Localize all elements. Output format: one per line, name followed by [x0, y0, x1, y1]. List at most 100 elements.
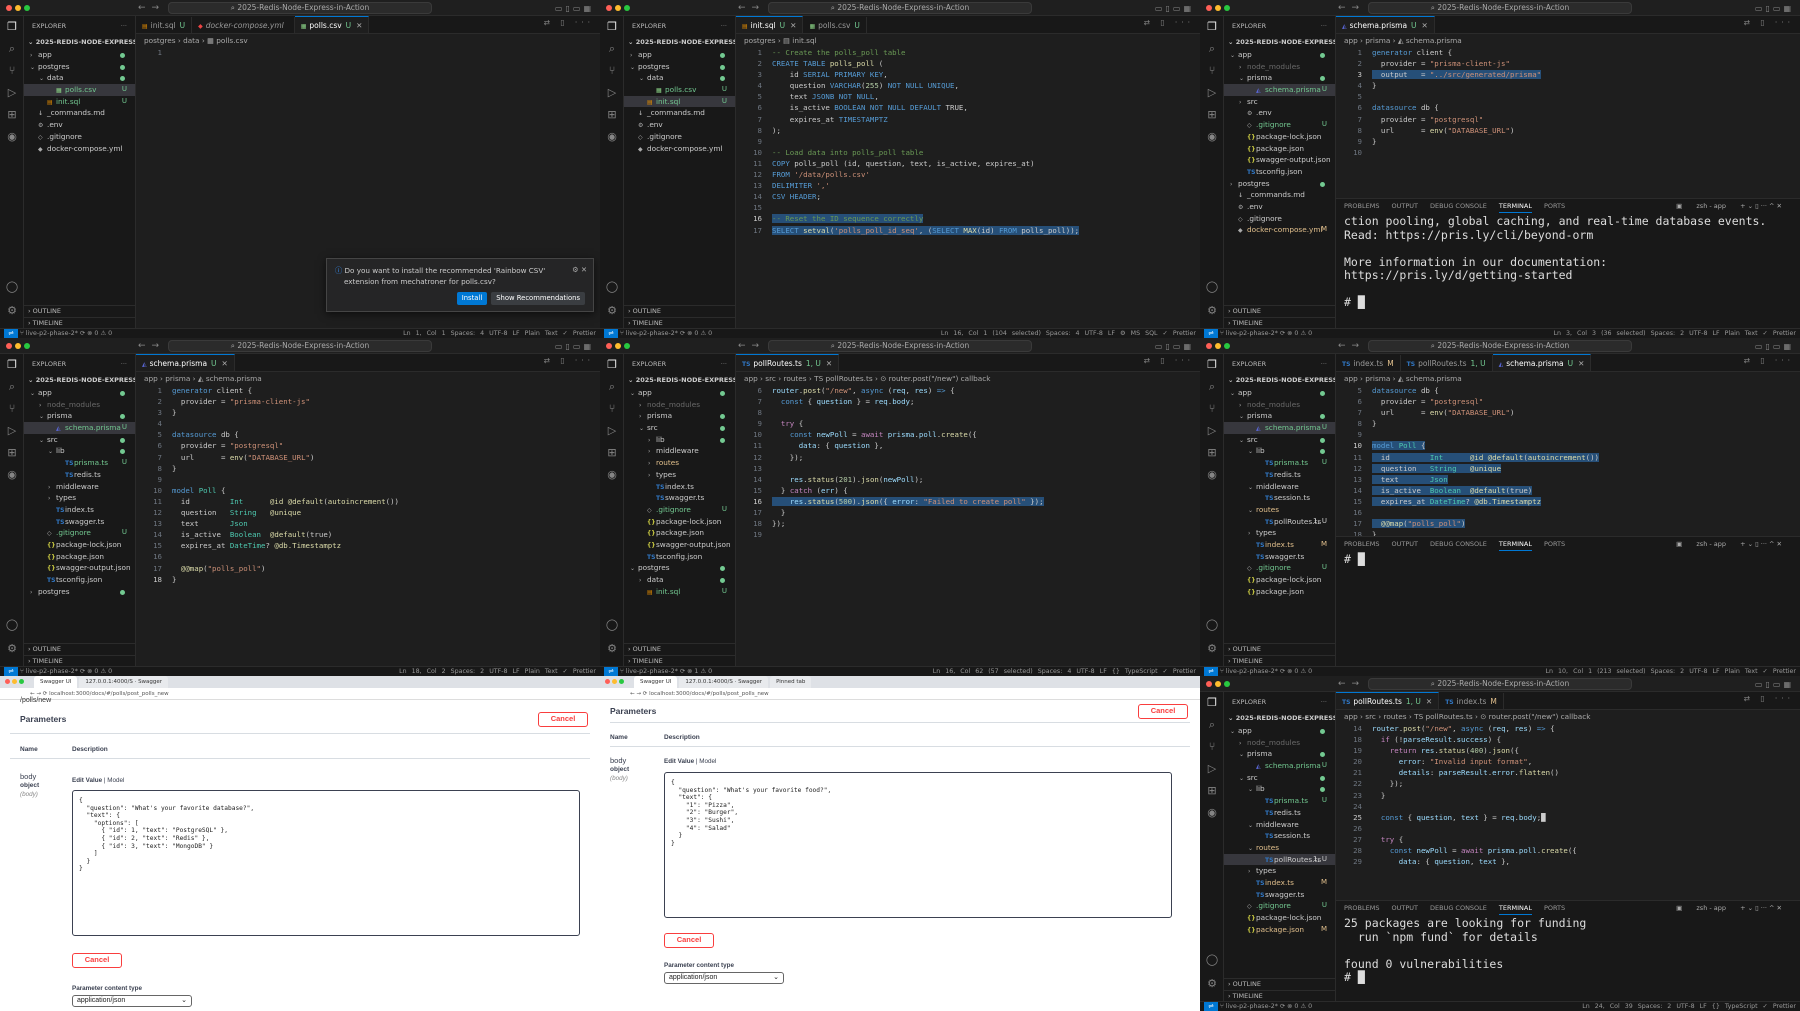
cancel-button[interactable]: Cancel [538, 712, 588, 727]
search-icon[interactable]: ⌕ [0, 376, 24, 398]
explorer-file[interactable]: ◇ .gitignore [1224, 213, 1335, 225]
code-line[interactable]: 8} [1336, 418, 1800, 429]
run-debug-icon[interactable]: ▷ [0, 82, 24, 104]
account-icon[interactable]: ◯ [1200, 276, 1224, 298]
explorer-folder[interactable]: › node_modules [1224, 737, 1335, 749]
explorer-file[interactable]: TSsession.ts [1224, 830, 1335, 842]
code-line[interactable]: 27 try { [1336, 834, 1800, 845]
branch-name[interactable]: live-p2-phase-2* [1226, 330, 1278, 337]
code-line[interactable]: 11 COPY polls_poll (id, question, text, i… [736, 158, 1200, 169]
minimize-window-button[interactable] [1215, 5, 1221, 11]
source-control-icon[interactable]: ⑂ [1200, 398, 1224, 420]
code-line[interactable]: 4} [1336, 80, 1800, 91]
problems-count[interactable]: ⊗ 0 ⚠ 0 [1287, 330, 1312, 337]
terminal-output[interactable]: 25 packages are looking for funding run … [1336, 915, 1800, 987]
explorer-folder[interactable]: › app [624, 49, 735, 61]
extensions-icon[interactable]: ⊞ [0, 442, 24, 464]
explorer-file[interactable]: TSswagger.ts [1224, 889, 1335, 901]
status-right[interactable]: Ln 16, Col 1 (104 selected) Spaces: 4 UT… [941, 329, 1196, 338]
explorer-file[interactable]: TStsconfig.json [1224, 166, 1335, 178]
code-line[interactable]: 17 @@map("polls_poll") [136, 563, 600, 574]
minimize-window-button[interactable] [615, 343, 621, 349]
explorer-folder[interactable]: › types [1224, 865, 1335, 877]
panel-tab[interactable]: PROBLEMS [1344, 540, 1379, 548]
explorer-folder[interactable]: › types [624, 469, 735, 481]
explorer-folder[interactable]: ⌄ prisma [1224, 72, 1335, 84]
editor-actions[interactable]: ⇄ ▯ ··· [1144, 354, 1194, 367]
explorer-file[interactable]: {}package.json M [1224, 924, 1335, 936]
code-line[interactable]: 5 datasource db { [1336, 385, 1800, 396]
project-root[interactable]: ⌄ 2025-REDIS-NODE-EXPRESS-IN-ACTION [624, 374, 735, 387]
code-line[interactable]: 12 question String @unique [1336, 463, 1800, 474]
editor-tab[interactable]: TS index.ts M [1336, 355, 1401, 371]
code-line[interactable]: 18} [1336, 529, 1800, 536]
code-line[interactable]: 17 @@map("polls_poll") [1336, 518, 1800, 529]
explorer-folder[interactable]: ⌄ data [24, 72, 135, 84]
code-line[interactable]: 8); [736, 125, 1200, 136]
maximize-window-button[interactable] [624, 343, 630, 349]
panel-tab[interactable]: OUTPUT [1391, 540, 1418, 548]
code-line[interactable]: 13 text Json [1336, 474, 1800, 485]
explorer-folder[interactable]: › node_modules [624, 399, 735, 411]
explorer-file[interactable]: TSindex.ts M [1224, 539, 1335, 551]
explorer-folder[interactable]: ⌄ src [624, 422, 735, 434]
back-forward-arrows[interactable]: ←→ [138, 340, 165, 353]
editor-tab[interactable]: ▦ polls.csv U ✕ [294, 16, 370, 33]
account-icon[interactable]: ◯ [0, 614, 24, 636]
code-editor[interactable]: 6 router.post("/new", async (req, res) =>… [736, 385, 1200, 666]
content-type-select[interactable]: application/json ⌄ [72, 995, 192, 1007]
status-right[interactable]: Ln 10, Col 1 (213 selected) Spaces: 2 UT… [1546, 667, 1796, 676]
explorer-file[interactable]: ◇ .gitignore [24, 131, 135, 143]
explorer-file[interactable]: ▤ init.sql U [24, 96, 135, 108]
explorer-file[interactable]: ⚙ .env [624, 119, 735, 131]
back-forward-arrows[interactable]: ←→ [1338, 340, 1365, 353]
remote-icon[interactable]: ⇌ [1204, 1002, 1218, 1011]
breadcrumb[interactable]: app › src › routes › TS pollRoutes.ts › … [736, 372, 1200, 385]
remote-icon[interactable]: ◉ [0, 126, 24, 148]
remote-icon[interactable]: ⇌ [604, 329, 618, 338]
explorer-file[interactable]: {}package-lock.json [624, 516, 735, 528]
search-icon[interactable]: ⌕ [600, 376, 624, 398]
explorer-file[interactable]: TSswagger.ts [1224, 551, 1335, 563]
problems-count[interactable]: ⊗ 0 ⚠ 0 [1287, 1003, 1312, 1010]
more-icon[interactable]: ··· [721, 354, 727, 374]
model-tab[interactable]: Model [699, 758, 716, 765]
code-line[interactable]: 1 -- Create the polls_poll table [736, 47, 1200, 58]
editor-tab[interactable]: ◆ docker-compose.yml [192, 17, 295, 33]
panel-tab[interactable]: PORTS [1544, 904, 1565, 912]
explorer-folder[interactable]: ⌄ lib [1224, 783, 1335, 795]
gear-icon[interactable]: ⚙ [1200, 973, 1224, 995]
code-line[interactable]: 18}); [736, 518, 1200, 529]
back-forward-arrows[interactable]: ←→ [1338, 678, 1365, 691]
explorer-file[interactable]: ▤ init.sql U [624, 586, 735, 598]
panel-tab[interactable]: PORTS [1544, 202, 1565, 210]
editor-tab[interactable]: ◭ schema.prisma U ✕ [1336, 16, 1435, 33]
more-icon[interactable]: ··· [1321, 354, 1327, 374]
search-icon[interactable]: ⌕ [0, 38, 24, 60]
outline-section[interactable]: › OUTLINE [24, 643, 135, 654]
explorer-folder[interactable]: › src [1224, 96, 1335, 108]
more-icon[interactable]: ··· [1321, 16, 1327, 36]
explorer-folder[interactable]: › middleware [24, 481, 135, 493]
explorer-file[interactable]: ⚙ .env [1224, 107, 1335, 119]
explorer-file[interactable]: {}swagger-output.json [624, 539, 735, 551]
code-editor[interactable]: 1 -- Create the polls_poll table 2 CREATE T… [736, 47, 1200, 328]
extensions-icon[interactable]: ⊞ [0, 104, 24, 126]
request-body-textarea[interactable]: { "question": "What's your favorite food… [664, 772, 1172, 918]
explorer-icon[interactable]: ❐ [600, 354, 624, 376]
code-line[interactable]: 12 }); [736, 452, 1200, 463]
code-line[interactable]: 2 provider = "prisma-client-js" [1336, 58, 1800, 69]
code-line[interactable]: 1 generator client { [1336, 47, 1800, 58]
panel-tab[interactable]: PROBLEMS [1344, 202, 1379, 210]
editor-tab[interactable]: ▤ init.sql U [136, 17, 193, 33]
code-line[interactable]: 17 } [736, 507, 1200, 518]
code-line[interactable]: 14 CSV HEADER; [736, 191, 1200, 202]
code-line[interactable]: 15 expires_at DateTime? @db.Timestamptz [136, 540, 600, 551]
extensions-icon[interactable]: ⊞ [1200, 780, 1224, 802]
code-line[interactable]: 10 const newPoll = await prisma.poll.cre… [736, 429, 1200, 440]
address-bar[interactable]: ← → ⟳ localhost:3000/docs/#/polls/post_p… [0, 688, 600, 700]
editor-actions[interactable]: ⇄ ▯ ··· [1144, 16, 1194, 29]
explorer-file[interactable]: {}package-lock.json [1224, 912, 1335, 924]
maximize-window-button[interactable] [1224, 343, 1230, 349]
back-forward-arrows[interactable]: ←→ [738, 340, 765, 353]
